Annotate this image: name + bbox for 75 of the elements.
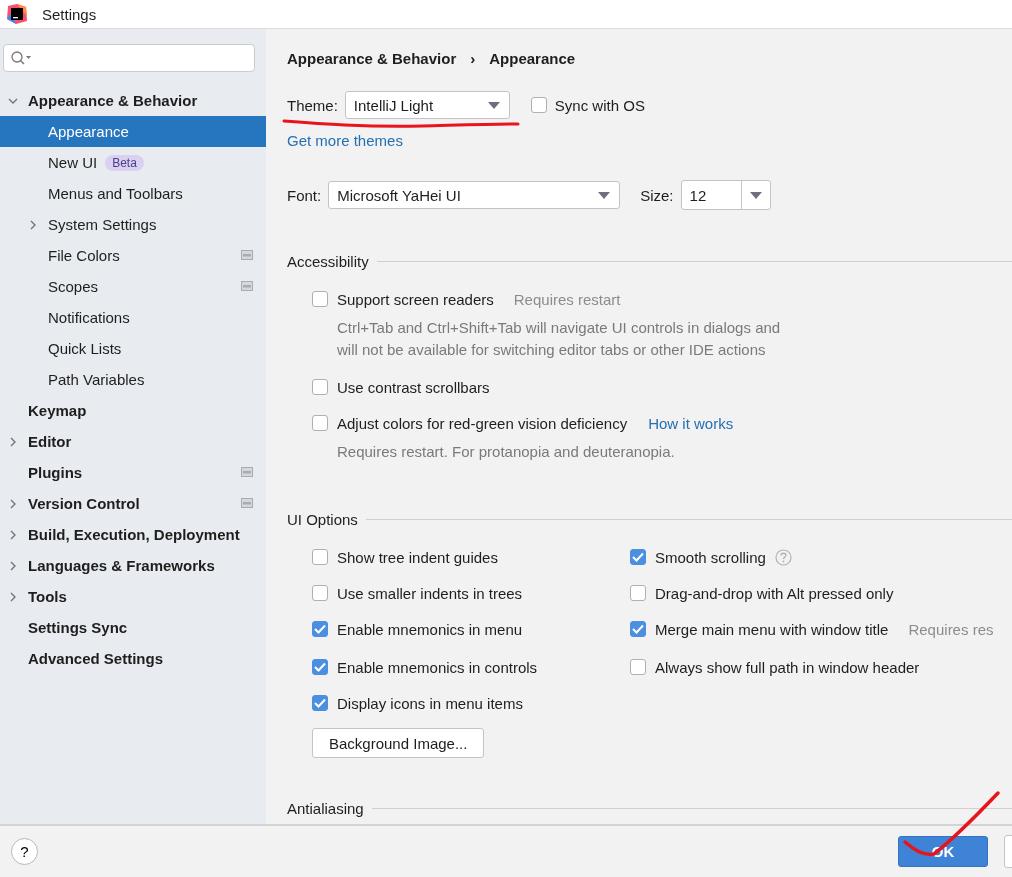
tree-item[interactable]: Menus and Toolbars [0,178,266,209]
checkbox-label: Use contrast scrollbars [337,378,490,396]
get-more-themes-link[interactable]: Get more themes [287,131,403,151]
checkbox[interactable] [312,585,328,601]
checkbox[interactable] [630,621,646,637]
app-logo-icon [7,4,27,24]
checkbox[interactable] [630,549,646,565]
description-text: Requires restart. For protanopia and deuteranopia. [337,442,676,462]
checkbox[interactable] [312,291,328,307]
description-text: Ctrl+Tab and Ctrl+Shift+Tab will navigate UI controls in dialogs and [337,318,782,338]
tree-item[interactable]: Keymap [0,395,266,426]
checkbox[interactable] [312,659,328,675]
breadcrumb-item: Appearance & Behavior [287,49,457,67]
caret-icon [487,101,500,109]
checkbox-label: Show tree indent guides [337,548,498,566]
tree-item[interactable]: New UI Beta [0,147,266,178]
tree-item[interactable]: Plugins [0,457,266,488]
search-field[interactable] [3,44,255,72]
theme-dropdown[interactable]: IntelliJ Light [344,91,510,119]
size-combo-box[interactable]: 12 [680,180,771,210]
tree-item[interactable]: Version Control [0,488,266,519]
checkbox[interactable] [630,659,646,675]
caret-icon [598,191,611,199]
hint-text: Requires restart [513,290,621,308]
checkbox-label: Support screen readers [337,290,494,308]
section-title: UI Options [287,510,358,528]
hint-text: Requires res [908,620,994,638]
checkbox[interactable] [312,379,328,395]
checkbox-label: Display icons in menu items [337,694,523,712]
tree-item[interactable]: Path Variables [0,364,266,395]
tree-item[interactable]: Tools [0,581,266,612]
how-it-works-link[interactable]: How it works [648,414,734,432]
font-label: Font: [287,186,322,204]
tree-item[interactable]: Quick Lists [0,333,266,364]
tree-item[interactable]: System Settings [0,209,266,240]
checkbox[interactable] [630,585,646,601]
checkbox-label: Enable mnemonics in controls [337,658,538,676]
help-button[interactable]: ? [11,838,38,865]
checkbox-label: Smooth scrolling [655,548,766,566]
checkbox-label: Drag-and-drop with Alt pressed only [655,584,894,602]
description-text: will not be available for switching editor tabs or other IDE actions [337,340,767,360]
checkbox-label: Sync with OS [554,96,645,114]
breadcrumb-item: Appearance [489,49,576,67]
checkbox[interactable] [530,97,547,113]
checkbox[interactable] [312,695,328,711]
checkbox-label: Always show full path in window header [655,658,920,676]
beta-badge: Beta [105,154,144,171]
tree-item[interactable]: Advanced Settings [0,643,266,674]
tree-item[interactable]: Editor [0,426,266,457]
size-label: Size: [640,186,674,204]
breadcrumb-item: › [470,49,476,67]
checkbox[interactable] [312,549,328,565]
section-title: Antialiasing [287,799,364,817]
checkbox[interactable] [312,621,328,637]
tree-item[interactable]: Scopes [0,271,266,302]
search-icon [10,50,32,66]
tree-item[interactable]: Appearance & Behavior [0,85,266,116]
section-title: Accessibility [287,252,369,270]
tree-item[interactable]: Appearance [0,116,266,147]
checkbox-label: Enable mnemonics in menu [337,620,523,638]
checkbox-label: Merge main menu with window title [655,620,889,638]
window-title: Settings [42,5,97,23]
tree-item[interactable]: Build, Execution, Deployment [0,519,266,550]
theme-label: Theme: [287,96,338,114]
tree-item[interactable]: Settings Sync [0,612,266,643]
help-icon[interactable] [774,548,792,566]
background-image-button[interactable]: Background Image... [312,728,485,758]
checkbox-label: Adjust colors for red-green vision deficiency [337,414,628,432]
checkbox[interactable] [312,415,328,431]
checkbox-label: Use smaller indents in trees [337,584,523,602]
tree-item[interactable]: File Colors [0,240,266,271]
font-dropdown[interactable]: Microsoft YaHei UI [328,181,621,209]
tree-item[interactable]: Languages & Frameworks [0,550,266,581]
tree-item[interactable]: Notifications [0,302,266,333]
caret-icon [749,191,762,199]
